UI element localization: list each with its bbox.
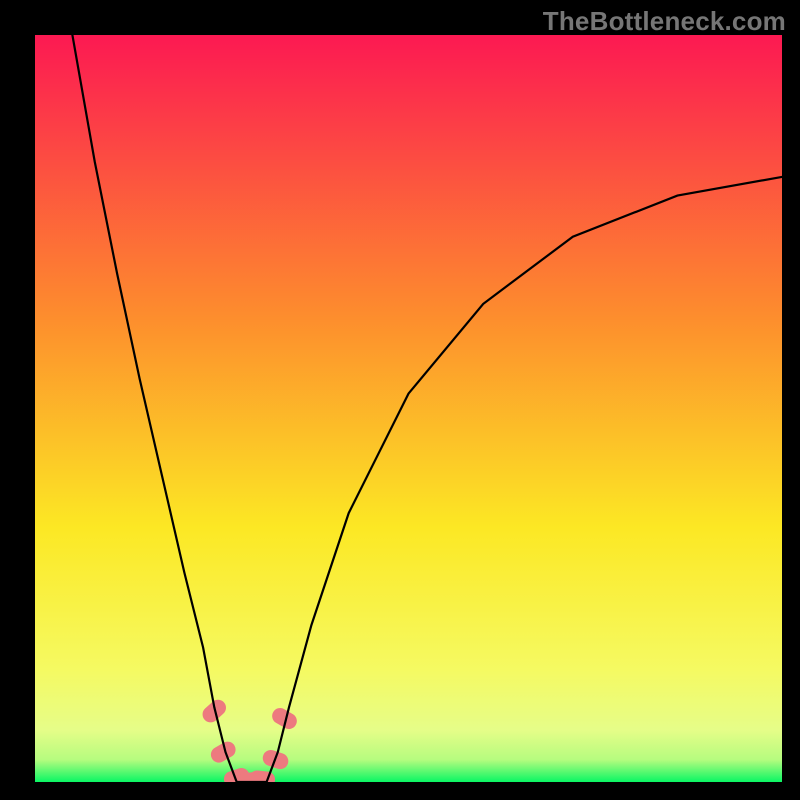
bottleneck-chart bbox=[35, 35, 782, 782]
watermark-text: TheBottleneck.com bbox=[543, 6, 786, 37]
chart-frame: TheBottleneck.com bbox=[0, 0, 800, 800]
plot-area bbox=[35, 35, 782, 782]
